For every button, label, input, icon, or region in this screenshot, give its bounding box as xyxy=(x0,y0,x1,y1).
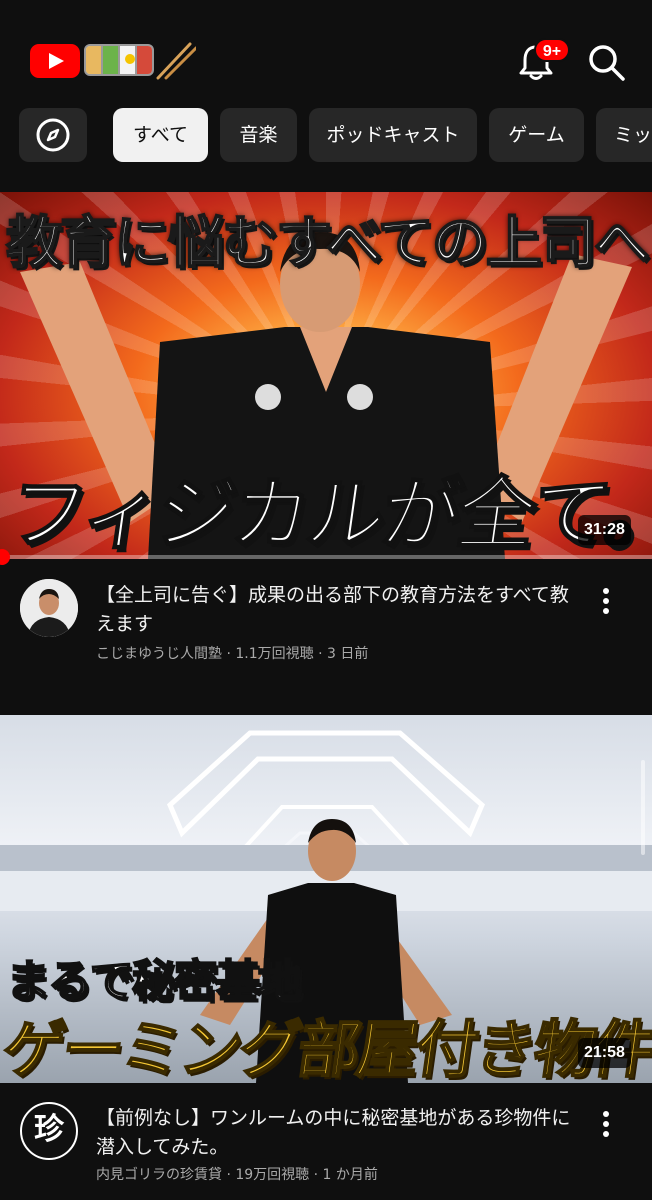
channel-name[interactable]: こじまゆうじ人間塾 xyxy=(96,646,222,662)
bento-doodle-icon[interactable] xyxy=(84,44,154,76)
compass-icon xyxy=(36,118,70,152)
more-options-icon[interactable] xyxy=(592,1108,620,1142)
filter-chips-bar: すべて 音楽 ポッドキャスト ゲーム ミッ xyxy=(0,108,652,164)
upload-age: 3 日前 xyxy=(326,646,369,662)
thumbnail-caption: フィジカルが全て。 xyxy=(2,469,652,559)
video-title[interactable]: 【前例なし】ワンルームの中に秘密基地がある珍物件に潜入してみた。 xyxy=(96,1104,576,1162)
thumbnail-caption: ゲーミング部屋付き物件 xyxy=(0,1012,652,1083)
chip-all[interactable]: すべて xyxy=(113,108,208,162)
video-meta-row: 【全上司に告ぐ】成果の出る部下の教育方法をすべて教えます こじまゆうじ人間塾 ·… xyxy=(0,575,652,675)
channel-avatar[interactable] xyxy=(20,579,78,637)
watch-progress-bar xyxy=(0,549,652,565)
chip-mix[interactable]: ミッ xyxy=(596,108,652,162)
video-thumbnail[interactable]: まるで秘密基地 ゲーミング部屋付き物件 21:58 xyxy=(0,715,652,1083)
video-meta-row: 珍 【前例なし】ワンルームの中に秘密基地がある珍物件に潜入してみた。 内見ゴリラ… xyxy=(0,1098,652,1198)
chip-games[interactable]: ゲーム xyxy=(489,108,584,162)
chopsticks-icon xyxy=(156,42,196,80)
top-app-bar: 9+ xyxy=(0,0,652,100)
notifications-badge: 9+ xyxy=(534,38,570,62)
video-subtitle: こじまゆうじ人間塾 · 1.1万回視聴 · 3 日前 xyxy=(96,643,576,663)
chip-podcasts[interactable]: ポッドキャスト xyxy=(309,108,477,162)
more-options-icon[interactable] xyxy=(592,585,620,619)
progress-scrubber[interactable] xyxy=(0,549,10,565)
channel-avatar[interactable]: 珍 xyxy=(20,1102,78,1160)
avatar-portrait-icon xyxy=(20,579,78,637)
view-count: 1.1万回視聴 xyxy=(235,646,314,662)
explore-button[interactable] xyxy=(19,108,87,162)
view-count: 19万回視聴 xyxy=(235,1167,310,1183)
video-thumbnail[interactable]: 教育に悩むすべての上司へ フィジカルが全て。 31:28 xyxy=(0,192,652,559)
separator-dot: · xyxy=(313,1167,323,1183)
chip-music[interactable]: 音楽 xyxy=(220,108,297,162)
scrollbar[interactable] xyxy=(641,760,645,855)
search-icon[interactable] xyxy=(584,40,628,84)
video-subtitle: 内見ゴリラの珍賃貸 · 19万回視聴 · 1 か月前 xyxy=(96,1164,576,1184)
thumbnail-headline: 教育に悩むすべての上司へ xyxy=(5,210,651,277)
youtube-logo-icon[interactable] xyxy=(30,44,80,78)
upload-age: 1 か月前 xyxy=(322,1167,378,1183)
video-title[interactable]: 【全上司に告ぐ】成果の出る部下の教育方法をすべて教えます xyxy=(96,581,576,639)
duration-badge: 31:28 xyxy=(578,515,631,545)
duration-badge: 21:58 xyxy=(578,1038,631,1068)
channel-name[interactable]: 内見ゴリラの珍賃貸 xyxy=(96,1167,222,1183)
separator-dot: · xyxy=(318,646,327,662)
